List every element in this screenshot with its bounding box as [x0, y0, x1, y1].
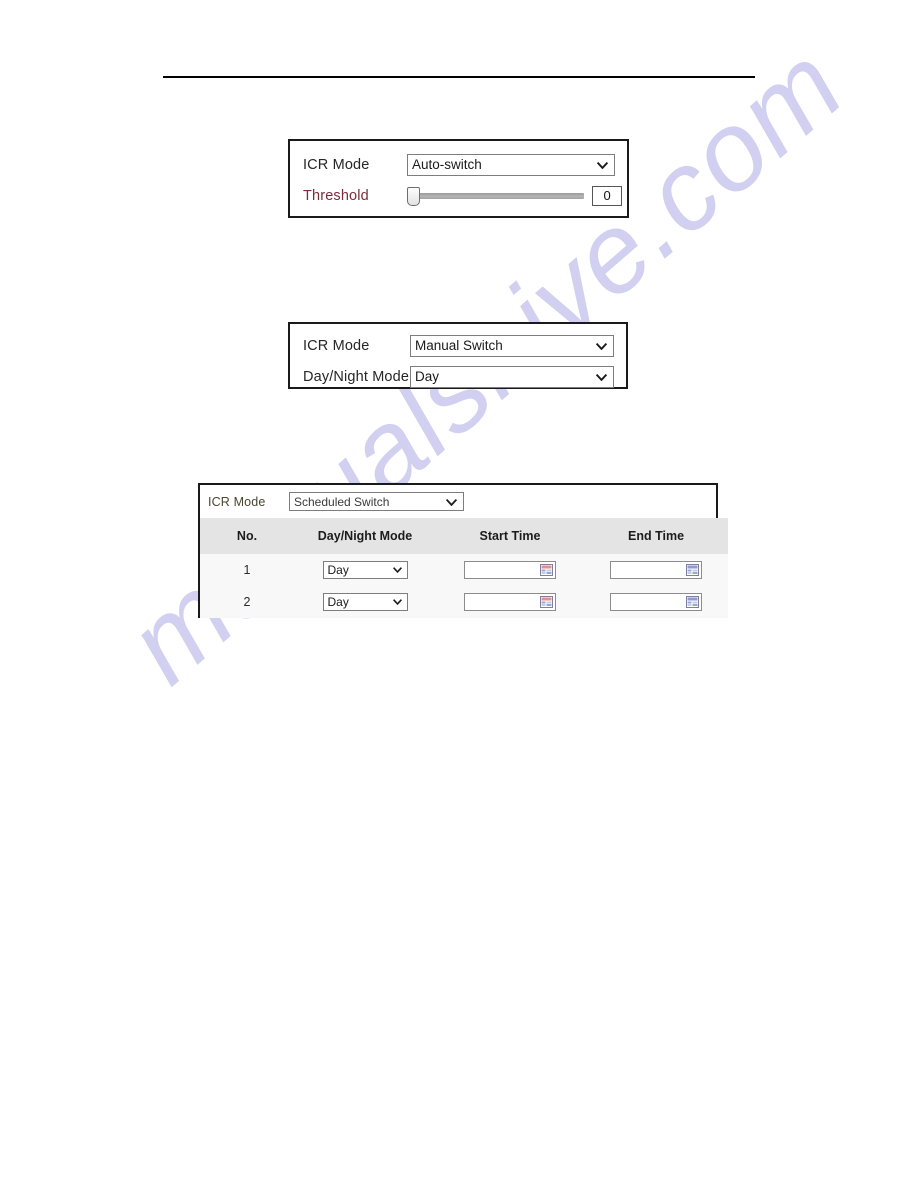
threshold-label: Threshold: [303, 187, 369, 204]
chevron-down-icon: [446, 498, 457, 506]
chevron-down-icon: [392, 567, 402, 573]
slider-thumb-handle[interactable]: [407, 186, 420, 206]
calendar-icon[interactable]: [540, 564, 553, 576]
table-row: 2 Day: [200, 586, 728, 618]
row-start-time-cell: [436, 586, 584, 618]
icr-manual-switch-panel: ICR Mode Manual Switch Day/Night Mode Da…: [288, 322, 628, 389]
icr-mode-label: ICR Mode: [303, 337, 370, 354]
page-watermark: manualshive.com: [103, 20, 867, 707]
row-mode-cell: Day: [294, 554, 436, 586]
slider-track: [409, 192, 585, 199]
column-header-no: No.: [200, 518, 294, 554]
icr-mode-label: ICR Mode: [303, 156, 370, 173]
column-header-end: End Time: [584, 518, 728, 554]
chevron-down-icon: [392, 599, 402, 605]
icr-mode-selected-value: Manual Switch: [415, 338, 503, 353]
row-mode-cell: Day: [294, 586, 436, 618]
chevron-down-icon: [597, 161, 608, 169]
start-time-input[interactable]: [464, 561, 556, 579]
threshold-slider[interactable]: [407, 186, 585, 206]
day-night-mode-select[interactable]: Day: [322, 593, 408, 611]
icr-mode-selected-value: Auto-switch: [412, 157, 482, 172]
day-night-mode-selected-value: Day: [327, 595, 349, 609]
day-night-mode-selected-value: Day: [415, 369, 440, 384]
row-start-time-cell: [436, 554, 584, 586]
icr-mode-selected-value: Scheduled Switch: [294, 494, 390, 509]
threshold-value-input[interactable]: 0: [592, 185, 622, 206]
calendar-icon[interactable]: [686, 596, 699, 608]
day-night-mode-selected-value: Day: [327, 563, 349, 577]
icr-mode-select[interactable]: Manual Switch: [410, 334, 614, 357]
day-night-mode-select[interactable]: Day: [410, 365, 614, 388]
header-divider-rule: [163, 76, 755, 78]
chevron-down-icon: [596, 342, 607, 350]
row-number-cell: 2: [200, 586, 294, 618]
start-time-input[interactable]: [464, 593, 556, 611]
day-night-mode-select[interactable]: Day: [322, 561, 408, 579]
chevron-down-icon: [596, 373, 607, 381]
calendar-icon[interactable]: [540, 596, 553, 608]
day-night-mode-row: Day/Night Mode Day: [303, 362, 614, 391]
threshold-row: Threshold 0: [303, 181, 622, 210]
column-header-day-night: Day/Night Mode: [294, 518, 436, 554]
row-end-time-cell: [584, 554, 728, 586]
icr-mode-row: ICR Mode Auto-switch: [303, 150, 615, 179]
day-night-mode-label: Day/Night Mode: [303, 368, 410, 385]
table-header-row: No. Day/Night Mode Start Time End Time: [200, 518, 728, 554]
icr-mode-select[interactable]: Auto-switch: [407, 153, 615, 176]
icr-mode-label: ICR Mode: [208, 494, 266, 509]
schedule-table: No. Day/Night Mode Start Time End Time 1…: [200, 518, 728, 618]
row-number-cell: 1: [200, 554, 294, 586]
threshold-slider-group: 0: [407, 185, 622, 206]
icr-mode-row: ICR Mode Scheduled Switch: [200, 485, 716, 518]
column-header-start: Start Time: [436, 518, 584, 554]
icr-scheduled-switch-panel: ICR Mode Scheduled Switch No. Day/Night …: [198, 483, 728, 618]
end-time-input[interactable]: [610, 561, 702, 579]
calendar-icon[interactable]: [686, 564, 699, 576]
table-row: 1 Day: [200, 554, 728, 586]
end-time-input[interactable]: [610, 593, 702, 611]
icr-auto-switch-panel: ICR Mode Auto-switch Threshold 0: [288, 139, 629, 218]
icr-mode-select[interactable]: Scheduled Switch: [289, 492, 464, 511]
icr-mode-row: ICR Mode Manual Switch: [303, 331, 614, 360]
row-end-time-cell: [584, 586, 728, 618]
row-number: 1: [243, 563, 251, 577]
row-number: 2: [243, 595, 251, 609]
